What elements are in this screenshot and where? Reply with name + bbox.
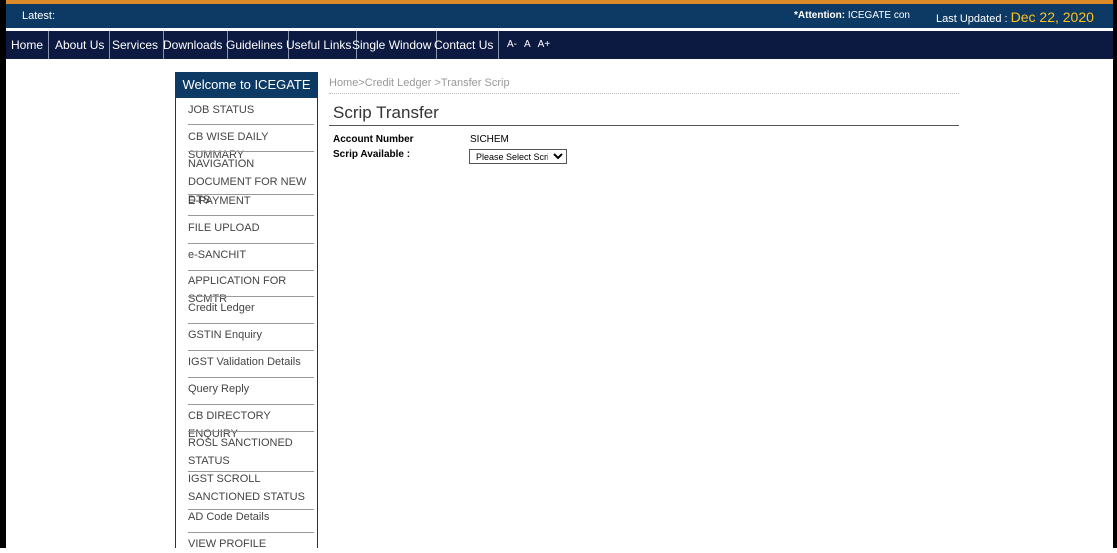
sidebar-item-label: Credit Ledger <box>188 302 255 314</box>
sidebar-divider <box>188 151 314 152</box>
left-border <box>0 0 6 548</box>
sidebar-divider <box>188 270 314 271</box>
latest-bar: Latest: *Attention: ICEGATE con Last Upd… <box>6 4 1113 28</box>
sidebar-item-label: VIEW PROFILE <box>188 538 267 550</box>
sidebar-divider <box>188 377 314 378</box>
sidebar-item-job-status[interactable]: JOB STATUS <box>188 101 314 119</box>
breadcrumb-divider <box>329 93 959 94</box>
last-updated-label: Last Updated : <box>936 13 1008 25</box>
last-updated: Last Updated : Dec 22, 2020 <box>936 9 1094 25</box>
scrip-available-label: Scrip Available : <box>333 149 411 160</box>
attention-ticker[interactable]: *Attention: ICEGATE con <box>794 10 910 21</box>
sidebar-divider <box>188 243 314 244</box>
sidebar-item-label: GSTIN Enquiry <box>188 329 262 341</box>
sidebar-menu: JOB STATUS CB WISE DAILY SUMMARY NAVIGAT… <box>175 98 318 550</box>
account-number-value: SICHEM <box>470 134 509 145</box>
nav-contact-us[interactable]: Contact Us <box>429 31 500 59</box>
font-increase-button[interactable]: A+ <box>538 39 551 50</box>
attention-prefix: *Attention: <box>794 10 846 21</box>
sidebar-item-label: FILE UPLOAD <box>188 222 260 234</box>
sidebar-item-label: ROSL SANCTIONED STATUS <box>188 437 293 467</box>
last-updated-date: Dec 22, 2020 <box>1010 9 1094 25</box>
sidebar-item-label: JOB STATUS <box>188 104 255 116</box>
main-nav: Home About Us Services Downloads Guideli… <box>6 31 1113 59</box>
nav-services[interactable]: Services <box>107 31 165 59</box>
sidebar: Welcome to ICEGATE JOB STATUS CB WISE DA… <box>175 72 318 550</box>
sidebar-item-file-upload[interactable]: FILE UPLOAD <box>188 219 314 237</box>
sidebar-divider <box>188 296 314 297</box>
sidebar-item-label: AD Code Details <box>188 511 270 523</box>
font-decrease-button[interactable]: A- <box>507 39 517 50</box>
sidebar-item-igst-scroll-sanctioned[interactable]: IGST SCROLL SANCTIONED STATUS <box>188 470 314 506</box>
nav-about-us[interactable]: About Us <box>50 31 111 59</box>
sidebar-item-label: e-SANCHIT <box>188 249 247 261</box>
sidebar-divider <box>188 215 314 216</box>
sidebar-divider <box>188 532 314 533</box>
nav-home[interactable]: Home <box>6 31 50 59</box>
sidebar-divider <box>188 404 314 405</box>
font-size-controls: A- A A+ <box>507 31 557 59</box>
attention-text: ICEGATE con <box>847 10 910 21</box>
font-reset-button[interactable]: A <box>524 39 531 50</box>
sidebar-item-e-payment[interactable]: E-PAYMENT <box>188 192 314 210</box>
nav-downloads[interactable]: Downloads <box>158 31 229 59</box>
account-number-label: Account Number <box>333 134 414 145</box>
sidebar-item-ad-code-details[interactable]: AD Code Details <box>188 508 314 526</box>
breadcrumb[interactable]: Home>Credit Ledger >Transfer Scrip <box>329 77 510 89</box>
page-title: Scrip Transfer <box>333 103 439 122</box>
sidebar-item-label: E-PAYMENT <box>188 195 251 207</box>
sidebar-item-rosl-sanctioned-status[interactable]: ROSL SANCTIONED STATUS <box>188 434 314 470</box>
nav-useful-links[interactable]: Useful Links <box>281 31 358 59</box>
sidebar-divider <box>188 350 314 351</box>
sidebar-divider <box>188 124 314 125</box>
scrip-select[interactable]: Please Select Scrip <box>469 149 567 164</box>
sidebar-item-query-reply[interactable]: Query Reply <box>188 380 314 398</box>
sidebar-header: Welcome to ICEGATE <box>175 72 318 98</box>
sidebar-item-igst-validation[interactable]: IGST Validation Details <box>188 353 314 371</box>
sidebar-item-view-profile[interactable]: VIEW PROFILE <box>188 535 314 553</box>
sidebar-divider <box>188 323 314 324</box>
latest-label: Latest: <box>22 10 56 22</box>
sidebar-item-label: Query Reply <box>188 383 250 395</box>
right-border <box>1113 0 1117 548</box>
title-divider <box>329 125 959 126</box>
sidebar-divider <box>188 431 314 432</box>
sidebar-item-label: IGST Validation Details <box>188 356 301 368</box>
nav-single-window[interactable]: Single Window <box>347 31 438 59</box>
nav-guidelines[interactable]: Guidelines <box>221 31 289 59</box>
sidebar-item-credit-ledger[interactable]: Credit Ledger <box>188 299 314 317</box>
sidebar-item-gstin-enquiry[interactable]: GSTIN Enquiry <box>188 326 314 344</box>
sidebar-item-e-sanchit[interactable]: e-SANCHIT <box>188 246 314 264</box>
sidebar-item-label: IGST SCROLL SANCTIONED STATUS <box>188 473 305 503</box>
